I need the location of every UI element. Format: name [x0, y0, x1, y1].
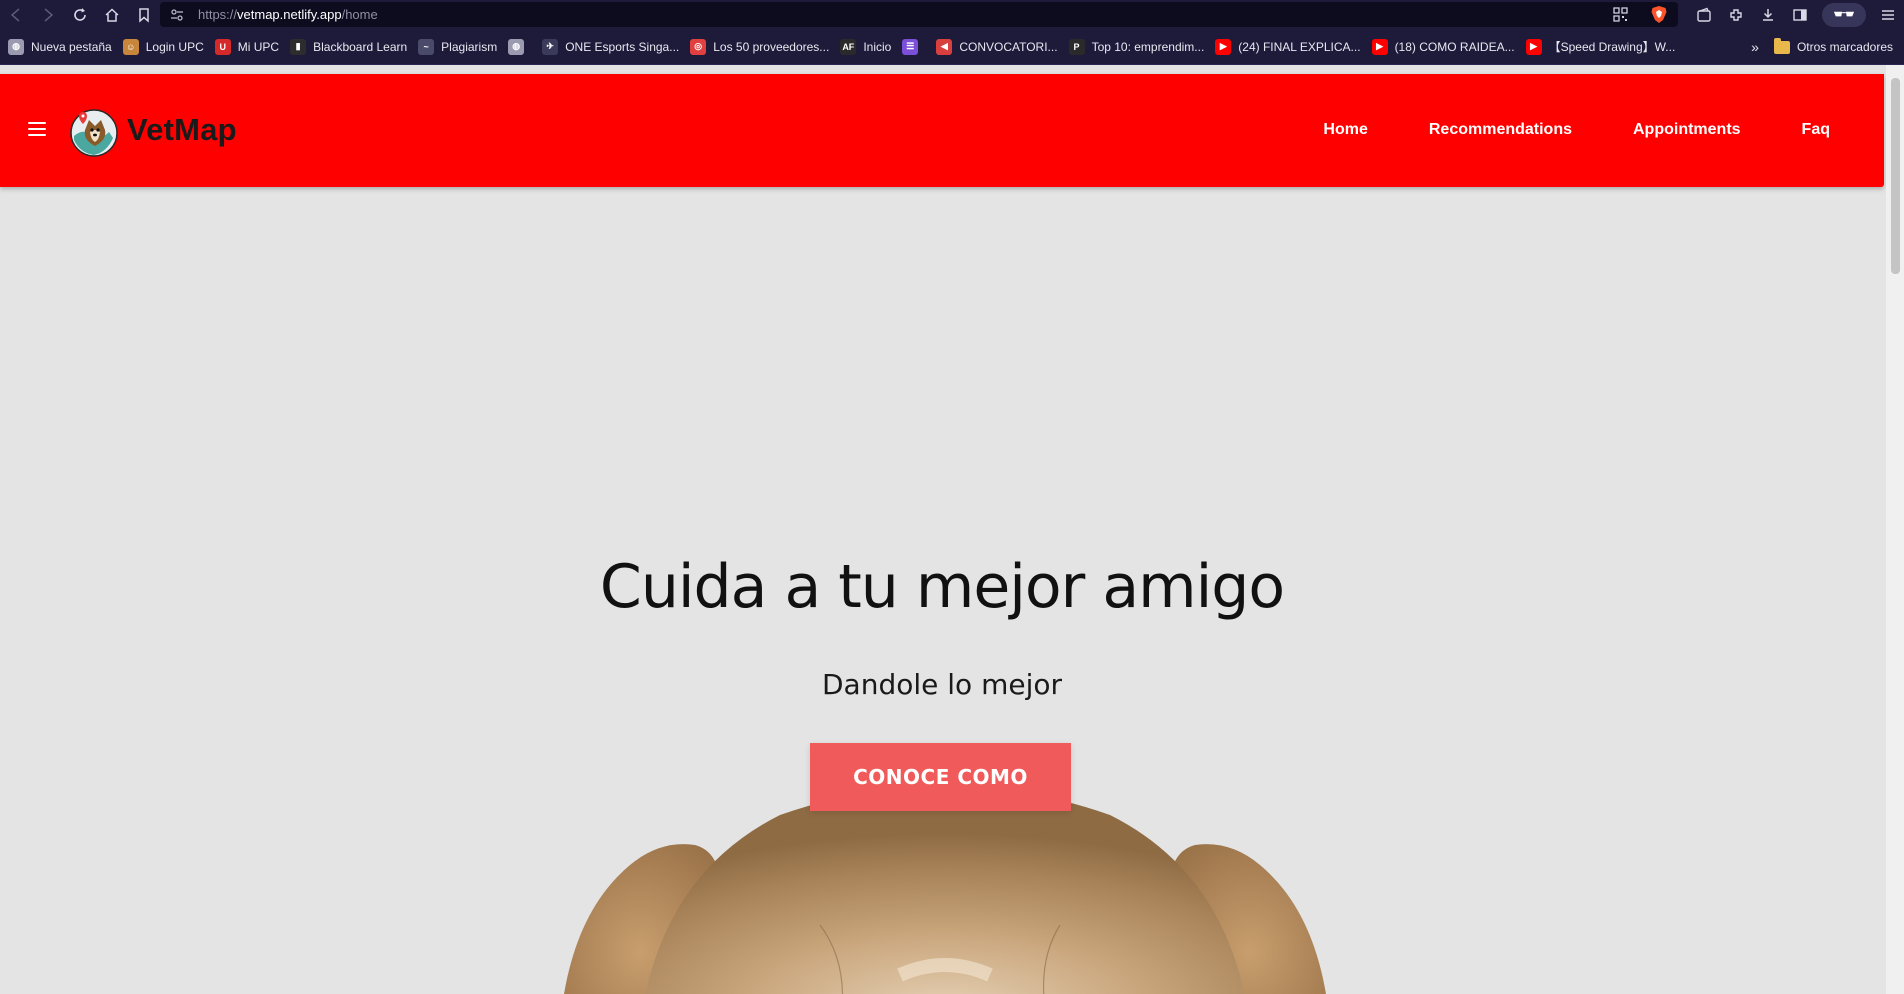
site-navbar: VetMap Home Recommendations Appointments… [0, 74, 1884, 187]
bookmark-item[interactable]: ◎ Los 50 proveedores... [686, 35, 836, 59]
more-bookmarks-button[interactable]: » [1740, 39, 1770, 55]
globe-icon: ◍ [8, 38, 24, 55]
p-icon: P [1068, 38, 1085, 55]
bookmark-item[interactable]: ◀ CONVOCATORI... [932, 35, 1064, 59]
back-icon[interactable] [0, 0, 32, 29]
bookmark-label: Blackboard Learn [313, 39, 408, 54]
other-bookmarks-folder[interactable]: Otros marcadores [1770, 35, 1900, 59]
bookmark-label: Plagiarism [441, 39, 498, 54]
site-info-icon[interactable] [170, 8, 184, 22]
page-viewport: VetMap Home Recommendations Appointments… [0, 65, 1904, 994]
megaphone-icon: ◀ [936, 38, 953, 55]
hero-title: Cuida a tu mejor amigo [599, 552, 1285, 622]
profile-icon[interactable] [1822, 2, 1866, 27]
extensions-icon[interactable] [1720, 0, 1752, 29]
bookmark-item[interactable]: ~ Plagiarism [414, 35, 504, 59]
bookmark-icon[interactable] [128, 0, 160, 29]
conoce-como-button[interactable]: CONOCE COMO [810, 743, 1071, 811]
sidebar-icon[interactable] [1784, 0, 1816, 29]
youtube-icon: ▶ [1215, 38, 1232, 55]
bookmark-label: (24) FINAL EXPLICA... [1238, 39, 1361, 54]
menu-icon[interactable] [1872, 0, 1904, 29]
bookmark-item[interactable]: ▶ (18) COMO RAIDEA... [1368, 35, 1522, 59]
home-icon[interactable] [96, 0, 128, 29]
plagiarism-icon: ~ [418, 38, 435, 55]
bookmark-item[interactable]: AF Inicio [836, 35, 898, 59]
af-icon: AF [840, 38, 857, 55]
upc-icon: U [214, 38, 231, 55]
youtube-icon: ▶ [1525, 38, 1542, 55]
youtube-icon: ▶ [1371, 38, 1388, 55]
bookmark-label: (18) COMO RAIDEA... [1394, 39, 1515, 54]
bookmark-label: Login UPC [145, 39, 204, 54]
bookmark-label: Nueva pestaña [31, 39, 112, 54]
folder-icon [1773, 37, 1790, 54]
bookmark-item[interactable]: ▮ Blackboard Learn [286, 35, 414, 59]
bookmark-item[interactable]: ◍ Nueva pestaña [4, 35, 119, 59]
bookmark-item[interactable]: P Top 10: emprendim... [1065, 35, 1212, 59]
browser-toolbar: https://vetmap.netlify.app/home [0, 0, 1904, 29]
vetmap-logo-icon[interactable] [69, 108, 119, 158]
bookmark-label: Mi UPC [237, 39, 280, 54]
blackboard-icon: ▮ [290, 38, 307, 55]
scrollbar-thumb[interactable] [1891, 78, 1900, 274]
url-text[interactable]: https://vetmap.netlify.app/home [198, 7, 378, 22]
bookmark-item[interactable]: U Mi UPC [211, 35, 286, 59]
bookmark-label: CONVOCATORI... [959, 39, 1058, 54]
qr-code-icon[interactable] [1613, 7, 1628, 22]
target-icon: ◎ [690, 38, 707, 55]
nav-links: Home Recommendations Appointments Faq [1262, 121, 1830, 139]
bookmark-item[interactable]: ▶ 【Speed Drawing】W... [1522, 35, 1683, 59]
brave-shields-icon[interactable] [1650, 5, 1668, 24]
bookmark-label: ONE Esports Singa... [565, 39, 680, 54]
list-icon: ☰ [902, 38, 919, 55]
forward-icon[interactable] [32, 0, 64, 29]
hamburger-menu-icon[interactable] [28, 122, 46, 136]
page-scrollbar[interactable] [1886, 65, 1904, 994]
address-bar[interactable]: https://vetmap.netlify.app/home [160, 2, 1678, 27]
nav-link-recommendations[interactable]: Recommendations [1429, 121, 1572, 139]
reload-icon[interactable] [64, 0, 96, 29]
nav-link-faq[interactable]: Faq [1802, 121, 1830, 139]
bookmarks-bar: ◍ Nueva pestaña ☺ Login UPC U Mi UPC ▮ Blackboa… [0, 29, 1904, 65]
bookmark-item[interactable]: ☰ [898, 35, 932, 59]
bookmark-label: 【Speed Drawing】W... [1548, 40, 1676, 54]
bookmark-item[interactable]: ✈ ONE Esports Singa... [538, 35, 686, 59]
brand-name[interactable]: VetMap [127, 112, 237, 148]
bookmark-label: Top 10: emprendim... [1091, 39, 1205, 54]
hero-subtitle: Dandole lo mejor [821, 668, 1062, 701]
bookmark-item[interactable]: ◍ [504, 35, 538, 59]
bookmark-label: Inicio [863, 39, 892, 54]
bookmark-item[interactable]: ▶ (24) FINAL EXPLICA... [1211, 35, 1367, 59]
download-icon[interactable] [1752, 0, 1784, 29]
nav-link-appointments[interactable]: Appointments [1633, 121, 1741, 139]
one-esports-icon: ✈ [542, 38, 559, 55]
avatar-icon: ☺ [122, 38, 139, 55]
wallet-icon[interactable] [1688, 0, 1720, 29]
bookmark-label: Los 50 proveedores... [713, 39, 830, 54]
nav-link-home[interactable]: Home [1323, 121, 1367, 139]
bookmark-item[interactable]: ☺ Login UPC [119, 35, 211, 59]
globe-icon: ◍ [508, 38, 525, 55]
